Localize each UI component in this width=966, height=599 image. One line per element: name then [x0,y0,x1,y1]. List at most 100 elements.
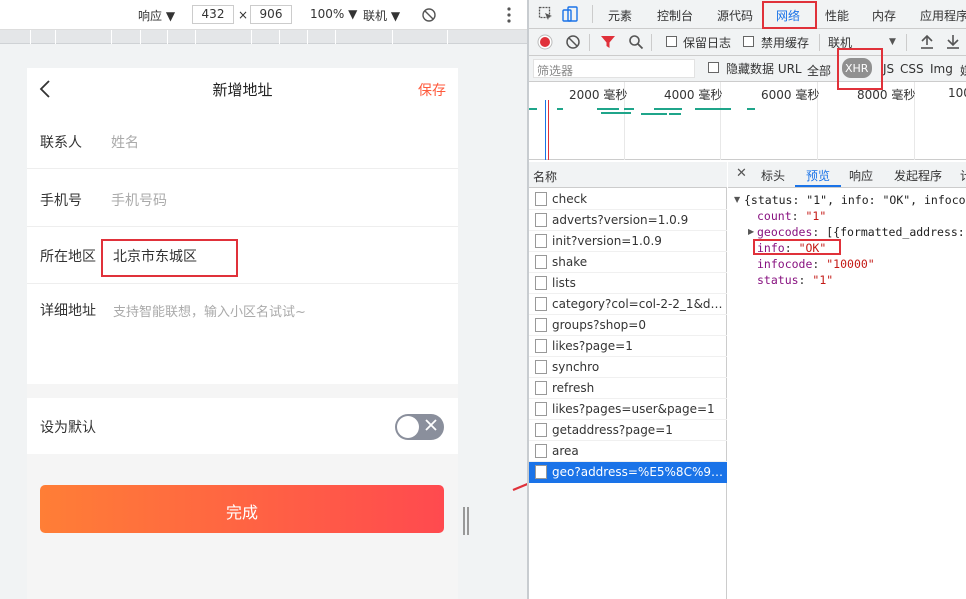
request-row[interactable]: likes?pages=user&page=1 [529,399,727,420]
disable-cache-checkbox[interactable] [743,36,754,47]
throttle-select[interactable]: 联机 ▼ [363,7,400,24]
file-icon [535,339,547,353]
resize-handle[interactable] [463,507,469,535]
file-icon [535,255,547,269]
filter-media[interactable]: 媒 [960,62,966,79]
search-icon[interactable] [628,34,644,53]
request-name: refresh [552,381,595,395]
tab-console[interactable]: 控制台 [657,7,693,24]
rotate-icon[interactable] [421,7,437,26]
preview-count-row: count: "1" [757,209,827,223]
file-icon [535,276,547,290]
file-icon [535,192,547,206]
inspect-icon[interactable] [538,6,554,25]
zoom-select[interactable]: 100% ▼ [310,7,357,21]
file-icon [535,402,547,416]
request-name: category?col=col-2-2_1&data... [552,297,724,311]
filter-icon[interactable] [600,34,616,53]
default-label: 设为默认 [40,420,96,436]
request-row[interactable]: category?col=col-2-2_1&data... [529,294,727,315]
phone-label: 手机号 [40,193,82,209]
request-detail-pane: ✕ 标头 预览 响应 发起程序 计 ▼ {status: "1", info: … [728,162,966,599]
request-row[interactable]: lists [529,273,727,294]
filter-img[interactable]: Img [930,62,953,76]
tab-application[interactable]: 应用程序 [920,7,966,24]
request-row[interactable]: init?version=1.0.9 [529,231,727,252]
default-row: 设为默认 [27,398,458,454]
collapsed-triangle-icon[interactable]: ▶ [748,227,754,236]
page-title: 新增地址 [212,81,273,99]
file-icon [535,381,547,395]
hide-data-urls-checkbox[interactable] [708,62,719,73]
expand-triangle-icon[interactable]: ▼ [734,195,740,204]
request-name: likes?pages=user&page=1 [552,402,715,416]
tab-timing[interactable]: 计 [960,167,966,184]
tab-response[interactable]: 响应 [849,167,873,184]
detail-tabbar: ✕ 标头 预览 响应 发起程序 计 [728,162,966,188]
default-toggle[interactable] [395,414,444,440]
request-row[interactable]: synchro [529,357,727,378]
tab-sources[interactable]: 源代码 [717,7,753,24]
request-row[interactable]: groups?shop=0 [529,315,727,336]
request-row[interactable]: check [529,189,727,210]
tab-initiator[interactable]: 发起程序 [894,167,942,184]
hide-data-urls-label: 隐藏数据 URL [726,62,802,76]
preserve-log-checkbox[interactable] [666,36,677,47]
name-column-header[interactable]: 名称 [529,162,727,188]
close-icon[interactable]: ✕ [736,166,747,181]
request-row[interactable]: likes?page=1 [529,336,727,357]
filter-input[interactable]: 筛选器 [533,59,695,78]
detail-address-input[interactable]: 支持智能联想，输入小区名试试~ [113,301,306,320]
preview-geocodes-row[interactable]: geocodes: [{formatted_address: " [757,225,966,239]
tab-preview[interactable]: 预览 [806,167,830,184]
region-row: 所在地区 北京市东城区 [27,227,458,284]
close-icon [425,419,437,434]
tab-elements[interactable]: 元素 [608,7,632,24]
request-row[interactable]: getaddress?page=1 [529,420,727,441]
import-icon[interactable] [920,34,934,53]
request-row-selected[interactable]: geo?address=%E5%8C%97%E... [529,462,727,483]
file-icon [535,465,547,479]
chevron-down-icon[interactable]: ▼ [889,37,896,47]
request-row[interactable]: area [529,441,727,462]
highlight-box [762,1,817,29]
width-input[interactable]: 432 [192,5,234,24]
request-name: check [552,192,588,206]
active-tab-indicator [795,185,841,187]
tab-memory[interactable]: 内存 [872,7,896,24]
request-name: geo?address=%E5%8C%97%E... [552,465,724,479]
save-button[interactable]: 保存 [418,80,446,100]
request-name: getaddress?page=1 [552,423,673,437]
file-icon [535,444,547,458]
request-row[interactable]: shake [529,252,727,273]
contact-input[interactable]: 姓名 [111,132,139,152]
request-list: 名称 check adverts?version=1.0.9 init?vers… [529,162,727,599]
export-icon[interactable] [946,34,960,53]
toggle-knob [397,416,419,438]
preview-infocode-row: infocode: "10000" [757,257,875,271]
phone-row: 手机号 手机号码 [27,169,458,227]
finish-button[interactable]: 完成 [40,485,444,533]
disable-cache-label: 禁用缓存 [761,36,810,50]
height-input[interactable]: 906 [250,5,292,24]
phone-input[interactable]: 手机号码 [111,190,167,210]
more-vert-icon[interactable] [506,6,512,27]
device-select[interactable]: 响应 ▼ [138,7,175,24]
filter-all[interactable]: 全部 [807,62,831,79]
tab-headers[interactable]: 标头 [761,167,785,184]
tab-performance[interactable]: 性能 [825,7,849,24]
device-toggle-icon[interactable] [562,6,578,25]
file-icon [535,318,547,332]
request-row[interactable]: adverts?version=1.0.9 [529,210,727,231]
contact-label: 联系人 [40,135,82,151]
mobile-header: 新增地址 保存 [27,68,458,111]
clear-icon[interactable] [565,34,581,53]
record-icon[interactable] [537,34,553,53]
request-row[interactable]: refresh [529,378,727,399]
filter-css[interactable]: CSS [900,62,924,76]
file-icon [535,360,547,374]
timeline-label: 6000 毫秒 [761,88,820,102]
filter-placeholder: 筛选器 [537,64,574,78]
filter-js[interactable]: JS [883,62,894,76]
region-label: 所在地区 [40,249,96,265]
